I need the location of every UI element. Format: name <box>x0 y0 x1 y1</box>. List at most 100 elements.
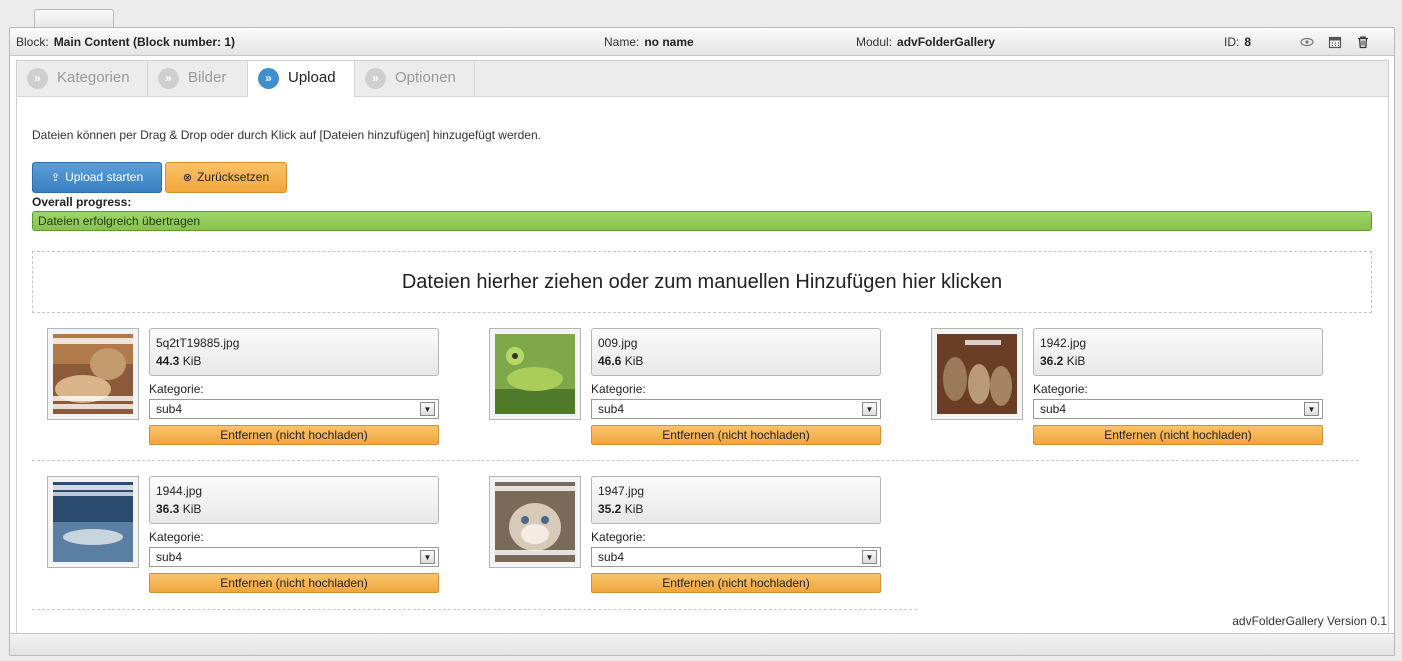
bottom-bar <box>10 633 1394 655</box>
category-value: sub4 <box>1040 402 1067 416</box>
reset-button[interactable]: ⊗ Zurücksetzen <box>165 162 287 193</box>
dropdown-arrow-icon: ▼ <box>862 402 877 416</box>
category-value: sub4 <box>156 402 183 416</box>
overall-progress-bar: Dateien erfolgreich übertragen <box>32 211 1372 231</box>
remove-file-button[interactable]: Entfernen (nicht hochladen) <box>591 573 881 593</box>
file-size-unit: KiB <box>179 502 202 516</box>
block-info: Block: Main Content (Block number: 1) <box>16 35 235 49</box>
file-size: 36.2 KiB <box>1040 354 1316 368</box>
category-value: sub4 <box>598 550 625 564</box>
modul-info: Modul: advFolderGallery <box>856 35 995 49</box>
name-label: Name: <box>604 35 640 49</box>
tab-label: Optionen <box>395 69 456 86</box>
chevron-right-icon: » <box>258 68 279 89</box>
reset-label: Zurücksetzen <box>197 170 270 184</box>
category-value: sub4 <box>156 550 183 564</box>
tab-label: Kategorien <box>57 69 130 86</box>
cancel-circle-icon: ⊗ <box>182 172 193 184</box>
category-value: sub4 <box>598 402 625 416</box>
cat-meme-image <box>53 334 133 414</box>
file-size-value: 36.3 <box>156 502 180 516</box>
file-size: 46.6 KiB <box>598 354 874 368</box>
file-thumbnail <box>489 476 581 568</box>
chevron-right-icon: » <box>27 68 48 89</box>
row-divider <box>32 609 917 610</box>
file-item: 1947.jpg 35.2 KiB Kategorie: sub4 ▼ Entfe… <box>489 476 889 600</box>
block-info-bar: Block: Main Content (Block number: 1) Nam… <box>10 28 1394 56</box>
id-label: ID: <box>1224 35 1240 49</box>
row-divider <box>32 460 1359 461</box>
block-label: Block: <box>16 35 49 49</box>
dropdown-arrow-icon: ▼ <box>420 402 435 416</box>
trash-icon[interactable] <box>1356 35 1370 49</box>
category-select[interactable]: sub4 ▼ <box>1033 399 1323 419</box>
tab-bar: » Kategorien » Bilder » Upload » Optionen <box>17 61 1388 98</box>
file-size-unit: KiB <box>621 502 644 516</box>
file-thumbnail <box>931 328 1023 420</box>
file-name: 1944.jpg <box>156 484 203 498</box>
category-select[interactable]: sub4 ▼ <box>149 547 439 567</box>
upload-icon: ⇪ <box>50 172 61 184</box>
owls-image <box>937 334 1017 414</box>
remove-file-button[interactable]: Entfernen (nicht hochladen) <box>149 573 439 593</box>
tab-bilder[interactable]: » Bilder <box>148 61 248 97</box>
block-value: Main Content (Block number: 1) <box>53 35 236 49</box>
file-size-unit: KiB <box>1063 354 1086 368</box>
file-size: 36.3 KiB <box>156 502 432 516</box>
id-info: ID: 8 <box>1224 35 1251 49</box>
progress-fill <box>33 212 1371 230</box>
file-info: 1947.jpg 35.2 KiB <box>591 476 881 524</box>
name-value: no name <box>644 35 694 49</box>
tab-label: Upload <box>288 69 336 86</box>
frog-image <box>495 334 575 414</box>
file-info: 1942.jpg 36.2 KiB <box>1033 328 1323 376</box>
version-text: advFolderGallery Version 0.1 <box>1232 614 1387 628</box>
file-size-unit: KiB <box>179 354 202 368</box>
category-select[interactable]: sub4 ▼ <box>591 547 881 567</box>
dropdown-arrow-icon: ▼ <box>420 550 435 564</box>
tab-optionen[interactable]: » Optionen <box>355 61 475 97</box>
file-item: 5q2tT19885.jpg 44.3 KiB Kategorie: sub4 ▼… <box>47 328 447 452</box>
car-meme-image <box>53 482 133 562</box>
file-name: 009.jpg <box>598 336 638 350</box>
progress-label: Overall progress: <box>32 195 132 209</box>
remove-file-button[interactable]: Entfernen (nicht hochladen) <box>149 425 439 445</box>
tab-upload[interactable]: » Upload <box>248 61 355 98</box>
dropdown-arrow-icon: ▼ <box>1304 402 1319 416</box>
chevron-right-icon: » <box>365 68 386 89</box>
id-value: 8 <box>1244 35 1252 49</box>
category-select[interactable]: sub4 ▼ <box>149 399 439 419</box>
calendar-icon[interactable] <box>1328 35 1342 49</box>
remove-file-button[interactable]: Entfernen (nicht hochladen) <box>1033 425 1323 445</box>
block-frame: Block: Main Content (Block number: 1) Nam… <box>9 27 1395 656</box>
tab-label: Bilder <box>188 69 227 86</box>
remove-file-button[interactable]: Entfernen (nicht hochladen) <box>591 425 881 445</box>
file-size-value: 36.2 <box>1040 354 1064 368</box>
file-info: 5q2tT19885.jpg 44.3 KiB <box>149 328 439 376</box>
tab-kategorien[interactable]: » Kategorien <box>17 61 148 97</box>
file-size-value: 46.6 <box>598 354 622 368</box>
progress-status: Dateien erfolgreich übertragen <box>38 214 201 228</box>
file-name: 1947.jpg <box>598 484 645 498</box>
upload-start-button[interactable]: ⇪ Upload starten <box>32 162 162 193</box>
upload-instructions: Dateien können per Drag & Drop oder durc… <box>32 128 541 142</box>
grumpy-cat-image <box>495 482 575 562</box>
category-select[interactable]: sub4 ▼ <box>591 399 881 419</box>
chevron-right-icon: » <box>158 68 179 89</box>
category-label: Kategorie: <box>591 530 646 544</box>
file-size: 35.2 KiB <box>598 502 874 516</box>
file-info: 1944.jpg 36.3 KiB <box>149 476 439 524</box>
top-tab[interactable] <box>34 9 114 29</box>
dropzone[interactable]: Dateien hierher ziehen oder zum manuelle… <box>32 251 1372 313</box>
eye-icon[interactable] <box>1300 35 1314 49</box>
file-item: 1944.jpg 36.3 KiB Kategorie: sub4 ▼ Entfe… <box>47 476 447 600</box>
category-label: Kategorie: <box>1033 382 1088 396</box>
file-thumbnail <box>47 328 139 420</box>
file-size-value: 35.2 <box>598 502 622 516</box>
dropdown-arrow-icon: ▼ <box>862 550 877 564</box>
file-item: 009.jpg 46.6 KiB Kategorie: sub4 ▼ Entfer… <box>489 328 889 452</box>
modul-label: Modul: <box>856 35 893 49</box>
category-label: Kategorie: <box>149 530 204 544</box>
file-size: 44.3 KiB <box>156 354 432 368</box>
file-size-value: 44.3 <box>156 354 180 368</box>
